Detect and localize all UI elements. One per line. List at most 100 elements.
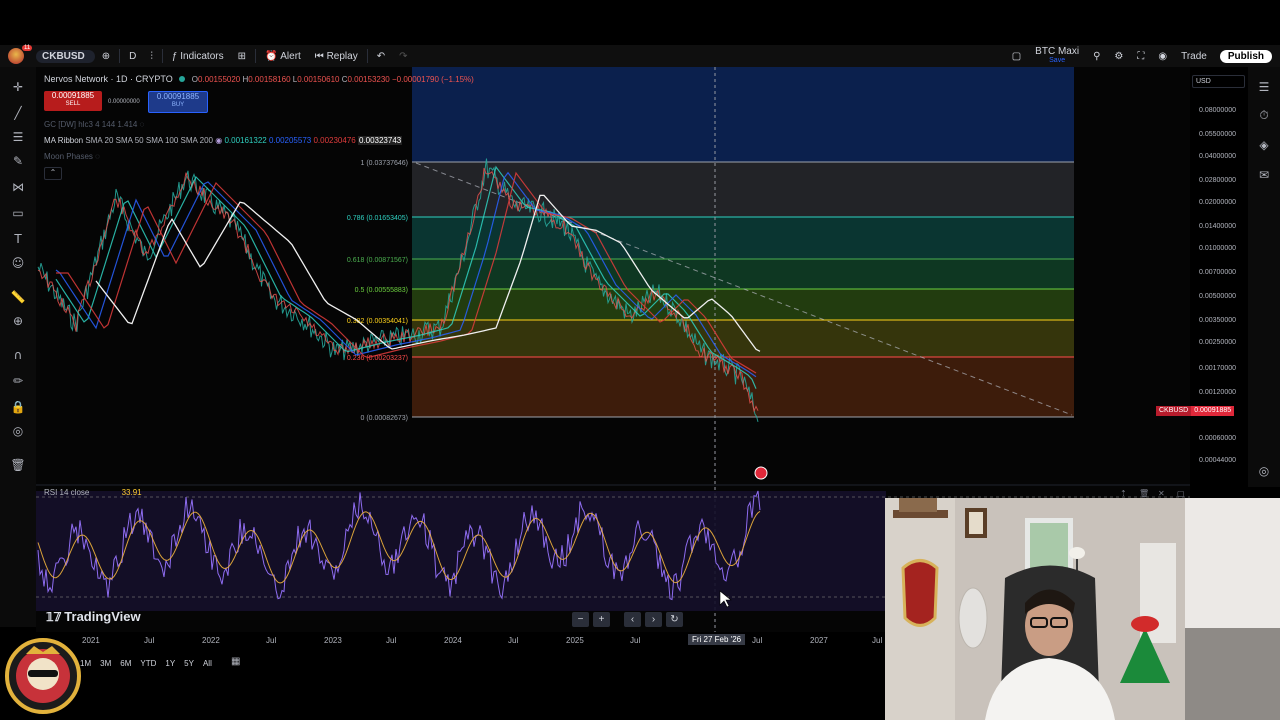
eye-off-icon[interactable]: ◌ <box>140 120 145 129</box>
trash-icon[interactable]: 🗑 <box>10 457 26 473</box>
event-marker-icon <box>754 466 768 480</box>
fib-zone <box>412 289 1074 320</box>
chart-nav: − + ‹ › ↻ <box>572 612 683 627</box>
buy-button[interactable]: 0.00091885 BUY <box>148 91 208 113</box>
tv-brand: TradingView <box>64 609 141 624</box>
undo-icon[interactable]: ↶ <box>370 45 392 67</box>
replay-button[interactable]: ⏮ Replay <box>308 45 365 67</box>
sell-button[interactable]: 0.00091885 SELL <box>44 91 102 111</box>
brush-icon[interactable]: ✎ <box>10 153 26 169</box>
trendline-icon[interactable]: ╱ <box>10 105 26 121</box>
interval-button[interactable]: D <box>122 45 143 67</box>
alerts-icon[interactable]: ⏱ <box>1256 107 1272 123</box>
range-button-6m[interactable]: 6M <box>120 659 131 668</box>
indicators-button[interactable]: ƒ Indicators <box>165 45 231 67</box>
close-pane-icon[interactable]: ✕ <box>1158 489 1165 498</box>
watchlist-icon[interactable]: ☰ <box>1256 79 1272 95</box>
range-button-5y[interactable]: 5Y <box>184 659 194 668</box>
range-button-all[interactable]: All <box>203 659 212 668</box>
fib-extension-zone <box>412 67 1074 162</box>
quick-search-icon[interactable]: ⚲ <box>1086 45 1107 67</box>
eye-icon[interactable]: ◎ <box>10 423 26 439</box>
magnet-icon[interactable]: ∩ <box>10 347 26 363</box>
zoom-in-button[interactable]: + <box>593 612 610 627</box>
divider <box>119 49 121 63</box>
alert-button[interactable]: ⏰ Alert <box>258 45 308 67</box>
maximize-pane-icon[interactable]: ▢ <box>1177 489 1185 498</box>
spread-value: 0.00000000 <box>108 99 140 105</box>
range-button-3m[interactable]: 3M <box>100 659 111 668</box>
layers-icon[interactable]: ◈ <box>1256 137 1272 153</box>
date-range-bar: 1M 3M 6M YTD 1Y 5Y All <box>80 656 212 670</box>
sell-label: SELL <box>65 101 81 107</box>
publish-button[interactable]: Publish <box>1219 49 1272 63</box>
time-axis[interactable]: 2021 Jul 2022 Jul 2023 Jul 2024 Jul 2025 Jul Jul 20… <box>36 632 886 650</box>
price-scale-label: 0.00250000 <box>1199 339 1236 346</box>
time-axis-label: 2024 <box>444 636 462 645</box>
zoom-out-button[interactable]: − <box>572 612 589 627</box>
fib-level-label: 0 (0.00082673) <box>361 415 408 422</box>
channel-logo-badge <box>5 638 81 714</box>
camera-icon[interactable]: ◉ <box>1151 45 1174 67</box>
alarm-icon: ⏰ <box>265 50 281 62</box>
layout-name: BTC Maxi <box>1035 46 1080 57</box>
layout-name-button[interactable]: BTC Maxi Save <box>1028 45 1086 67</box>
target-icon[interactable]: ◎ <box>1256 463 1272 479</box>
zoom-icon[interactable]: ⊕ <box>10 313 26 329</box>
last-price-symbol: CKBUSD <box>1156 406 1192 416</box>
lock-icon[interactable]: 🔒 <box>10 399 26 415</box>
emoji-icon[interactable]: ☺ <box>10 255 26 271</box>
avatar[interactable] <box>8 48 24 64</box>
goto-date-icon[interactable]: ▦ <box>231 656 240 667</box>
trade-button[interactable]: Trade <box>1174 45 1214 67</box>
crosshair-icon[interactable]: ✛ <box>10 79 26 95</box>
rsi-background <box>36 491 886 611</box>
range-button-ytd[interactable]: YTD <box>140 659 156 668</box>
symbol-search[interactable]: CKBUSD <box>36 49 95 63</box>
fib-zone <box>412 259 1074 289</box>
time-axis-label: 2022 <box>202 636 220 645</box>
stay-drawing-icon[interactable]: ✏ <box>10 373 26 389</box>
ma-value-0: 0.00161322 <box>224 136 267 145</box>
time-axis-label: Jul <box>144 636 155 645</box>
chat-icon[interactable]: ✉ <box>1256 167 1272 183</box>
indicators-icon: ƒ <box>171 50 181 62</box>
ruler-icon[interactable]: 📏 <box>10 289 26 305</box>
divider <box>255 49 256 63</box>
price-scale-label: 0.00170000 <box>1199 365 1236 372</box>
ohlc-values: O0.00155020 H0.00158160 L0.00150610 C0.0… <box>192 75 392 84</box>
scroll-right-button[interactable]: › <box>645 612 662 627</box>
fib-icon[interactable]: ☰ <box>10 129 26 145</box>
move-up-icon[interactable]: ⇡ <box>1120 489 1127 498</box>
price-scale-label: 0.00350000 <box>1199 317 1236 324</box>
pattern-icon[interactable]: ⋈ <box>10 179 26 195</box>
eye-off-icon[interactable]: ◌ <box>95 152 100 161</box>
price-scale-label: 0.04000000 <box>1199 153 1236 160</box>
legend-moon: Moon Phases ◌ <box>44 152 100 161</box>
ma-value-1: 0.00205573 <box>268 136 312 145</box>
time-axis-label: Jul <box>266 636 277 645</box>
top-toolbar: CKBUSD ⊕ D ⫶ ƒ Indicators ⊞ ⏰ Alert ⏮ Re… <box>0 45 1280 67</box>
legend-main: Nervos Network · 1D · CRYPTO O0.00155020… <box>44 74 474 84</box>
currency-select[interactable]: USD <box>1192 75 1245 88</box>
webcam-overlay <box>885 498 1280 720</box>
chart-type-icon[interactable]: ⫶ <box>143 45 160 67</box>
price-scale-label: 0.00060000 <box>1199 435 1236 442</box>
settings-icon[interactable]: ⚙ <box>1107 45 1130 67</box>
text-icon[interactable]: T <box>10 231 26 247</box>
price-scale[interactable]: USD 0.08000000 0.05500000 0.04000000 0.0280… <box>1190 67 1246 487</box>
scroll-left-button[interactable]: ‹ <box>624 612 641 627</box>
templates-icon[interactable]: ⊞ <box>231 45 253 67</box>
fib-zone <box>412 320 1074 357</box>
last-price-value: 0.00091885 <box>1194 407 1232 414</box>
redo-icon[interactable]: ↷ <box>392 45 414 67</box>
collapse-legend-button[interactable]: ⌃ <box>44 167 62 180</box>
add-compare-icon[interactable]: ⊕ <box>95 45 117 67</box>
delete-pane-icon[interactable]: 🗑 <box>1139 489 1149 498</box>
shape-icon[interactable]: ▭ <box>10 205 26 221</box>
notification-badge: 11 <box>22 45 33 51</box>
layout-icon[interactable]: ▢ <box>1005 45 1028 67</box>
fullscreen-icon[interactable]: ⛶ <box>1130 45 1151 67</box>
range-button-1y[interactable]: 1Y <box>165 659 175 668</box>
reset-chart-button[interactable]: ↻ <box>666 612 683 627</box>
